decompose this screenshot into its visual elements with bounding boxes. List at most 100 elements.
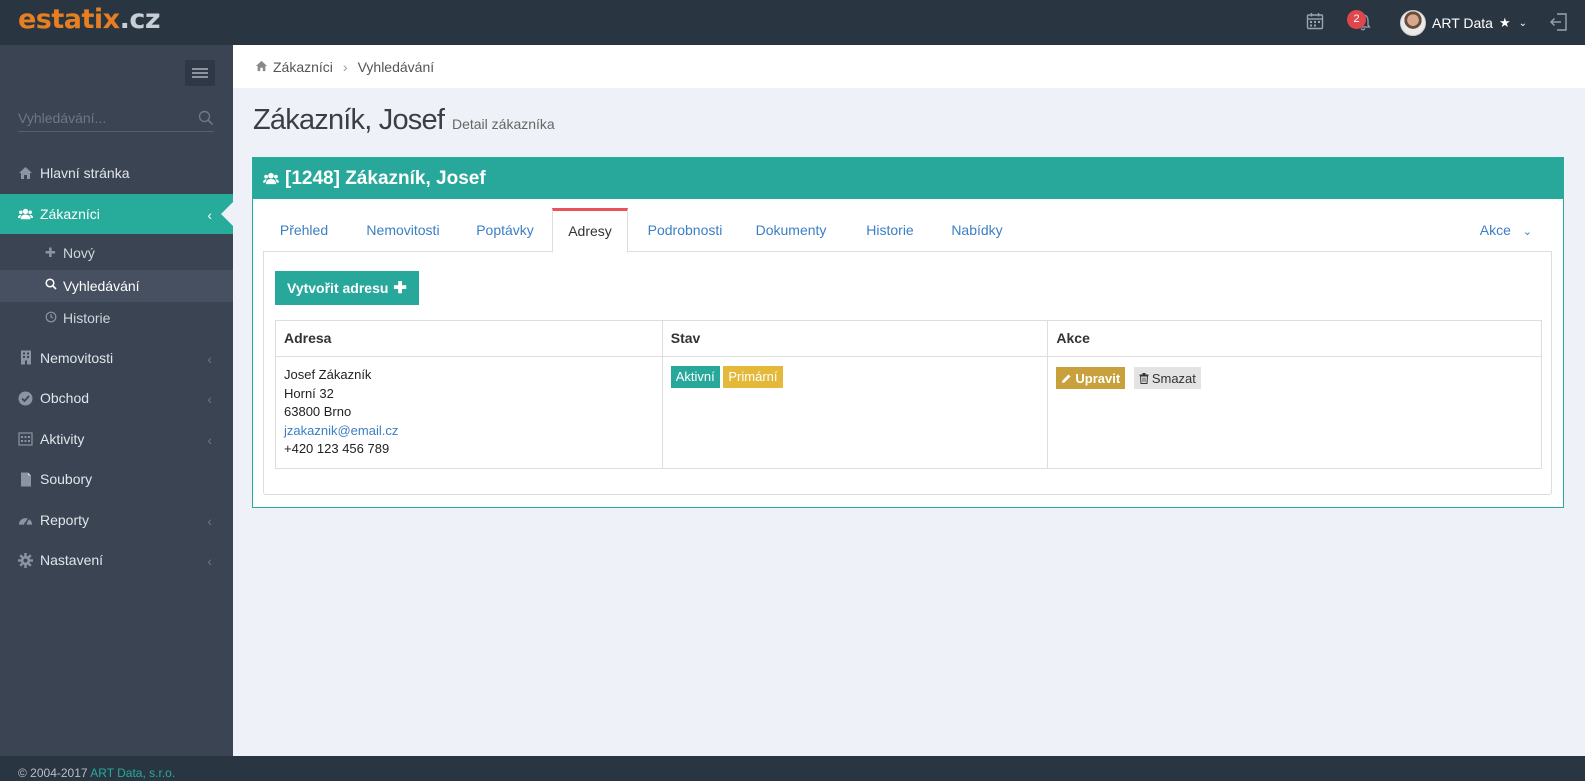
page-heading: Zákazník, Josef bbox=[253, 104, 445, 136]
sidebar-item-label: Hlavní stránka bbox=[40, 165, 130, 182]
table-header-row: Adresa Stav Akce bbox=[275, 320, 1542, 357]
sidebar-nav: Hlavní stránka Zákazníci ‹ ✚ Nový Vyhled… bbox=[0, 153, 233, 581]
sidebar-item-business[interactable]: Obchod ‹ bbox=[0, 378, 233, 419]
sidebar-item-settings[interactable]: Nastavení ‹ bbox=[0, 540, 233, 581]
breadcrumb-item-search[interactable]: Vyhledávání bbox=[358, 59, 435, 75]
actions-dropdown[interactable]: Akce ⌄ bbox=[1480, 208, 1532, 252]
chevron-left-icon: ‹ bbox=[207, 431, 212, 448]
tab-details[interactable]: Podrobnosti bbox=[637, 208, 733, 252]
tab-overview[interactable]: Přehled bbox=[267, 208, 341, 252]
tab-addresses[interactable]: Adresy bbox=[552, 208, 628, 253]
home-icon[interactable] bbox=[255, 59, 268, 75]
clock-icon bbox=[45, 311, 59, 326]
chevron-left-icon: ‹ bbox=[207, 350, 212, 367]
tab-content-addresses: Vytvořit adresu ✚ Adresa Stav Akce Josef… bbox=[263, 251, 1552, 495]
customer-panel: [1248] Zákazník, Josef Přehled Nemovitos… bbox=[252, 157, 1564, 508]
sidebar-subitem-new[interactable]: ✚ Nový bbox=[0, 237, 233, 270]
tab-demands[interactable]: Poptávky bbox=[466, 208, 544, 252]
sidebar-item-properties[interactable]: Nemovitosti ‹ bbox=[0, 338, 233, 379]
sidebar-search bbox=[18, 107, 214, 132]
sidebar-item-label: Zákazníci bbox=[40, 205, 100, 222]
active-indicator bbox=[221, 201, 233, 226]
sidebar-item-reports[interactable]: Reporty ‹ bbox=[0, 500, 233, 541]
top-bar: estatix.cz 2 ART Data ★ ⌄ bbox=[0, 0, 1585, 45]
sidebar: Hlavní stránka Zákazníci ‹ ✚ Nový Vyhled… bbox=[0, 45, 233, 756]
breadcrumb-separator: › bbox=[342, 58, 348, 75]
user-name: ART Data bbox=[1432, 15, 1493, 31]
logo-brand: estatix bbox=[18, 4, 120, 35]
sidebar-item-home[interactable]: Hlavní stránka bbox=[0, 153, 233, 194]
table-row: Josef Zákazník Horní 32 63800 Brno jzaka… bbox=[275, 356, 1542, 469]
tab-offers[interactable]: Nabídky bbox=[939, 208, 1015, 252]
create-address-button[interactable]: Vytvořit adresu ✚ bbox=[275, 271, 419, 305]
sidebar-item-files[interactable]: Soubory bbox=[0, 459, 233, 500]
status-badge-active: Aktivní bbox=[670, 366, 720, 388]
column-header-status: Stav bbox=[661, 320, 1049, 357]
logout-icon[interactable] bbox=[1550, 12, 1568, 35]
calendar-icon[interactable] bbox=[1306, 12, 1324, 33]
plus-icon: ✚ bbox=[393, 280, 407, 297]
address-table: Adresa Stav Akce Josef Zákazník Horní 32… bbox=[275, 320, 1542, 469]
trash-icon bbox=[1139, 372, 1149, 384]
address-city: 63800 Brno bbox=[284, 404, 352, 419]
sidebar-toggle-button[interactable] bbox=[185, 60, 215, 86]
sidebar-subitem-history[interactable]: Historie bbox=[0, 302, 233, 335]
column-header-actions: Akce bbox=[1047, 320, 1542, 357]
sidebar-item-label: Nemovitosti bbox=[40, 349, 114, 366]
building-icon bbox=[18, 350, 33, 365]
pencil-icon bbox=[1061, 373, 1072, 384]
page-title: Zákazník, Josef Detail zákazníka bbox=[253, 104, 555, 137]
search-icon[interactable] bbox=[198, 110, 214, 129]
breadcrumb: Zákazníci › Vyhledávání bbox=[233, 45, 1585, 88]
sidebar-item-label: Obchod bbox=[40, 390, 90, 407]
dashboard-icon bbox=[18, 512, 33, 527]
sidebar-submenu: ✚ Nový Vyhledávání Historie bbox=[0, 234, 233, 338]
tab-properties[interactable]: Nemovitosti bbox=[355, 208, 451, 252]
chevron-left-icon: ‹ bbox=[207, 206, 212, 223]
tab-bar: Přehled Nemovitosti Poptávky Adresy Podr… bbox=[263, 208, 1552, 253]
delete-button[interactable]: Smazat bbox=[1133, 367, 1201, 389]
address-street: Horní 32 bbox=[284, 385, 334, 401]
tab-history[interactable]: Historie bbox=[856, 208, 924, 252]
footer-bar: © 2004-2017 ART Data, s.r.o. bbox=[0, 756, 1585, 781]
sidebar-subitem-label: Historie bbox=[63, 310, 111, 327]
users-icon bbox=[263, 172, 279, 185]
sidebar-item-label: Soubory bbox=[40, 471, 93, 488]
gear-icon bbox=[18, 552, 33, 568]
chevron-down-icon: ⌄ bbox=[1518, 17, 1528, 29]
check-circle-icon bbox=[18, 391, 33, 406]
home-icon bbox=[18, 166, 33, 181]
sidebar-item-label: Nastavení bbox=[40, 552, 104, 569]
create-address-label: Vytvořit adresu bbox=[287, 280, 389, 296]
tab-documents[interactable]: Dokumenty bbox=[747, 208, 835, 252]
plus-icon: ✚ bbox=[45, 245, 56, 261]
sidebar-search-input[interactable] bbox=[18, 107, 188, 129]
sidebar-item-label: Reporty bbox=[40, 511, 90, 528]
edit-button[interactable]: Upravit bbox=[1056, 367, 1126, 389]
panel-title: [1248] Zákazník, Josef bbox=[285, 167, 486, 189]
sidebar-item-customers[interactable]: Zákazníci ‹ bbox=[0, 193, 233, 234]
breadcrumb-item-customers[interactable]: Zákazníci bbox=[273, 59, 333, 75]
address-cell: Josef Zákazník Horní 32 63800 Brno jzaka… bbox=[275, 356, 663, 469]
sidebar-subitem-search[interactable]: Vyhledávání bbox=[0, 269, 233, 302]
address-name: Josef Zákazník bbox=[284, 367, 372, 382]
chevron-left-icon: ‹ bbox=[207, 512, 212, 529]
actions-label: Akce bbox=[1479, 222, 1511, 238]
notification-badge[interactable]: 2 bbox=[1347, 10, 1366, 29]
page-subtitle: Detail zákazníka bbox=[451, 116, 555, 132]
copyright: © 2004-2017 ART Data, s.r.o. bbox=[18, 766, 175, 780]
delete-label: Smazat bbox=[1151, 370, 1196, 386]
panel-heading: [1248] Zákazník, Josef bbox=[253, 158, 1563, 199]
star-icon: ★ bbox=[1498, 15, 1511, 30]
address-phone: +420 123 456 789 bbox=[284, 441, 390, 456]
sidebar-subitem-label: Vyhledávání bbox=[63, 277, 140, 294]
logo[interactable]: estatix.cz bbox=[18, 4, 161, 35]
column-header-address: Adresa bbox=[275, 320, 663, 357]
email-link[interactable]: jzakaznik@email.cz bbox=[284, 423, 398, 438]
sidebar-subitem-label: Nový bbox=[63, 245, 95, 262]
sidebar-item-activities[interactable]: Aktivity ‹ bbox=[0, 419, 233, 460]
chevron-left-icon: ‹ bbox=[207, 391, 212, 407]
company-link[interactable]: ART Data, s.r.o. bbox=[90, 766, 175, 780]
search-icon bbox=[45, 278, 59, 293]
user-menu[interactable]: ART Data ★ ⌄ bbox=[1400, 10, 1527, 36]
